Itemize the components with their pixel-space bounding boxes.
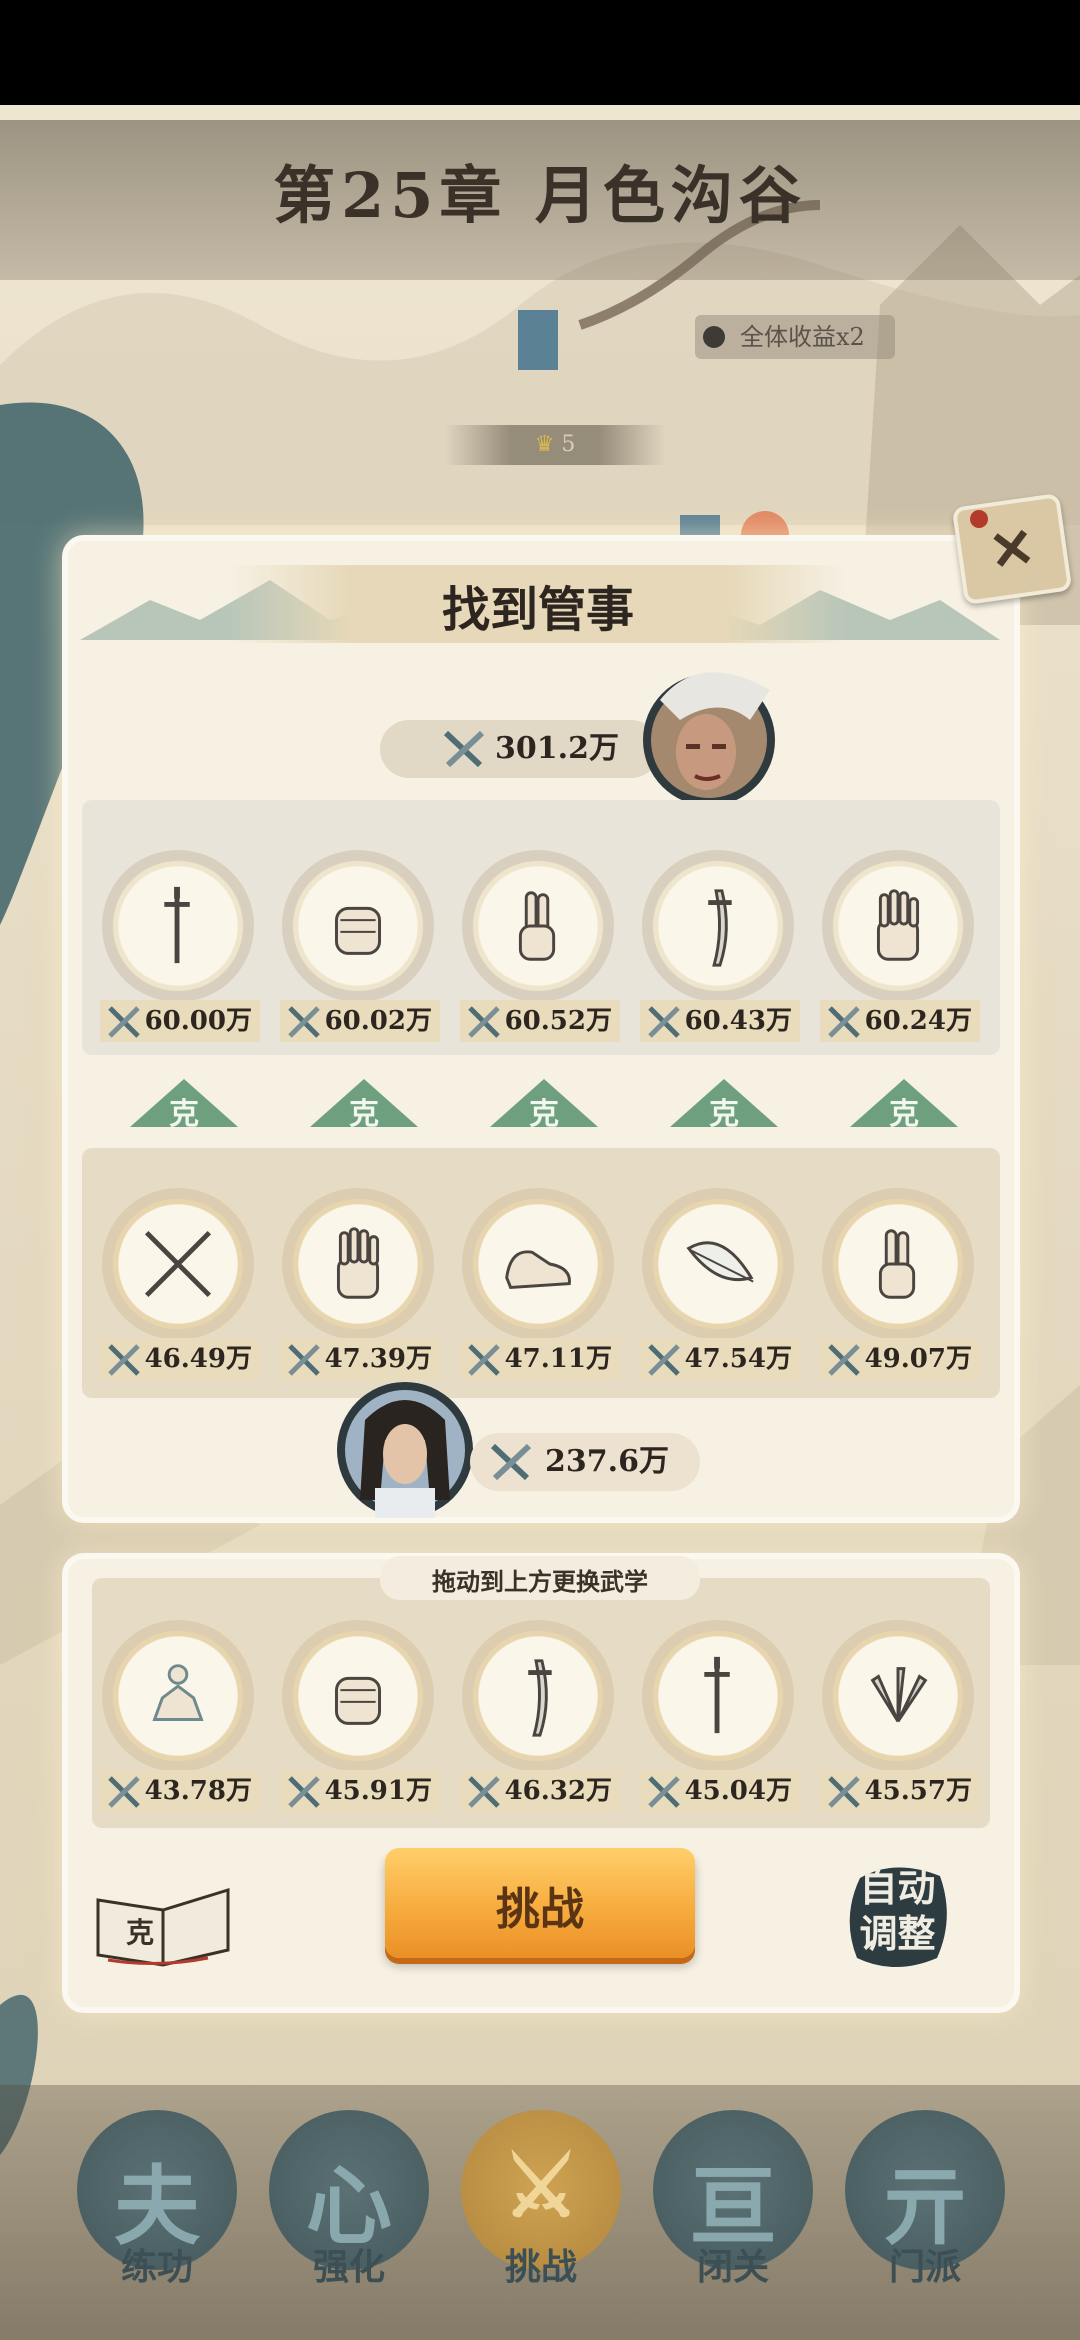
palm-icon xyxy=(876,889,920,961)
crossed-swords-icon xyxy=(288,1776,320,1808)
sabre-icon xyxy=(708,889,732,967)
crossed-swords-icon xyxy=(828,1344,860,1376)
counter-marker: 克 xyxy=(484,1075,604,1132)
nav-label: 挑战 xyxy=(504,2246,577,2288)
finger-icon xyxy=(518,891,556,961)
nav-item-3[interactable]: 亘闭关 xyxy=(653,2110,813,2310)
bag-skill-slot[interactable]: 43.78万 xyxy=(100,1620,260,1815)
crown-icon: ♛ xyxy=(534,432,555,457)
crossed-swords-icon xyxy=(108,1344,140,1376)
drag-hint: 拖动到上方更换武学 xyxy=(432,1567,648,1596)
shoe-icon xyxy=(505,1250,571,1290)
bag-skill-slot[interactable]: 45.04万 xyxy=(640,1620,800,1815)
counter-marker: 克 xyxy=(664,1075,784,1132)
player-skill-slot[interactable]: 47.54万 xyxy=(640,1188,800,1383)
player-skill-slot[interactable]: 47.39万 xyxy=(280,1188,440,1383)
sword-icon xyxy=(704,1656,730,1734)
enemy-skill-slot[interactable]: 60.43万 xyxy=(640,850,800,1045)
close-button[interactable]: ✕ xyxy=(951,492,1073,606)
enemy-total-power-value: 301.2万 xyxy=(495,731,619,766)
bag-skill-slot[interactable]: 45.57万 xyxy=(820,1620,980,1815)
fist-icon xyxy=(335,1676,381,1725)
counter-marker: 克 xyxy=(124,1075,244,1132)
bag-skill-slot[interactable]: 46.32万 xyxy=(460,1620,620,1815)
pin-icon xyxy=(970,510,988,528)
crossed-swords-icon xyxy=(648,1344,680,1376)
crossed-swords-icon xyxy=(468,1006,500,1038)
counter-label: 克 xyxy=(349,1097,379,1132)
player-skill-slot[interactable]: 49.07万 xyxy=(820,1188,980,1383)
dialog-title: 找到管事 xyxy=(441,582,634,638)
crossed-swords-icon xyxy=(288,1006,320,1038)
book-glyph: 克 xyxy=(126,1916,154,1949)
enemy-skill-slot[interactable]: 60.52万 xyxy=(460,850,620,1045)
crossed-swords-icon xyxy=(108,1006,140,1038)
crossed-swords-icon xyxy=(648,1006,680,1038)
nav-icon: ⚔ xyxy=(502,2136,580,2237)
status-bar xyxy=(0,0,1080,105)
crossed-brush-icon xyxy=(144,1230,212,1298)
finger-icon xyxy=(878,1229,916,1299)
sword-icon xyxy=(164,886,190,964)
nav-label: 闭关 xyxy=(696,2246,769,2288)
nav-item-2[interactable]: ⚔ 挑战 xyxy=(461,2110,621,2310)
crossed-swords-icon xyxy=(443,730,485,768)
coin-icon xyxy=(703,326,725,348)
crossed-swords-icon xyxy=(468,1344,500,1376)
nav-label: 强化 xyxy=(312,2246,385,2288)
crossed-swords-icon xyxy=(108,1776,140,1808)
counter-label: 克 xyxy=(529,1097,559,1132)
crossed-swords-icon xyxy=(468,1776,500,1808)
enemy-total-power: 301.2万 xyxy=(380,720,660,778)
counter-label: 克 xyxy=(889,1097,919,1132)
auto-adjust-label: 自动 调整 xyxy=(845,1865,950,1957)
nav-item-1[interactable]: 心强化 xyxy=(269,2110,429,2310)
nav-item-0[interactable]: 夫练功 xyxy=(77,2110,237,2310)
player-avatar[interactable] xyxy=(335,1380,475,1520)
enemy-skill-slot[interactable]: 60.00万 xyxy=(100,850,260,1045)
crossed-swords-icon xyxy=(828,1006,860,1038)
star-count-value: 5 xyxy=(561,432,576,457)
close-icon: ✕ xyxy=(985,514,1039,584)
enemy-avatar[interactable] xyxy=(640,660,778,810)
counter-marker: 克 xyxy=(304,1075,424,1132)
counter-marker: 克 xyxy=(844,1075,964,1132)
income-bonus-badge: 全体收益x2 xyxy=(695,315,895,359)
bag-skill-slot[interactable]: 45.91万 xyxy=(280,1620,440,1815)
feather-icon xyxy=(686,1241,754,1283)
crossed-swords-icon xyxy=(288,1344,320,1376)
crossed-swords-icon xyxy=(490,1443,532,1481)
player-total-power-value: 237.6万 xyxy=(545,1444,669,1479)
palm-icon xyxy=(336,1227,380,1299)
challenge-button-label: 挑战 xyxy=(496,1884,584,1935)
crossed-swords-icon xyxy=(828,1776,860,1808)
skill-book-button[interactable]: 克 xyxy=(88,1870,238,1970)
auto-adjust-label-line1: 自动 xyxy=(859,1865,936,1910)
nav-item-4[interactable]: 亓门派 xyxy=(845,2110,1005,2310)
player-skill-slot[interactable]: 46.49万 xyxy=(100,1188,260,1383)
crossed-swords-icon xyxy=(648,1776,680,1808)
chapter-title: 第25章 月色沟谷 xyxy=(273,159,807,232)
enemy-skill-slot[interactable]: 60.02万 xyxy=(280,850,440,1045)
nav-label: 门派 xyxy=(888,2246,961,2288)
star-count: ♛ 5 xyxy=(445,425,665,465)
auto-adjust-label-line2: 调整 xyxy=(859,1911,936,1956)
enemy-skill-slot[interactable]: 60.24万 xyxy=(820,850,980,1045)
nav-label: 练功 xyxy=(120,2246,193,2288)
counter-label: 克 xyxy=(709,1097,739,1132)
sabre-icon xyxy=(528,1659,552,1737)
throwing-knives-icon xyxy=(870,1667,928,1723)
counter-label: 克 xyxy=(169,1097,199,1132)
meditate-icon xyxy=(152,1664,204,1721)
player-skill-slot[interactable]: 47.11万 xyxy=(460,1188,620,1383)
fist-icon xyxy=(335,906,381,955)
